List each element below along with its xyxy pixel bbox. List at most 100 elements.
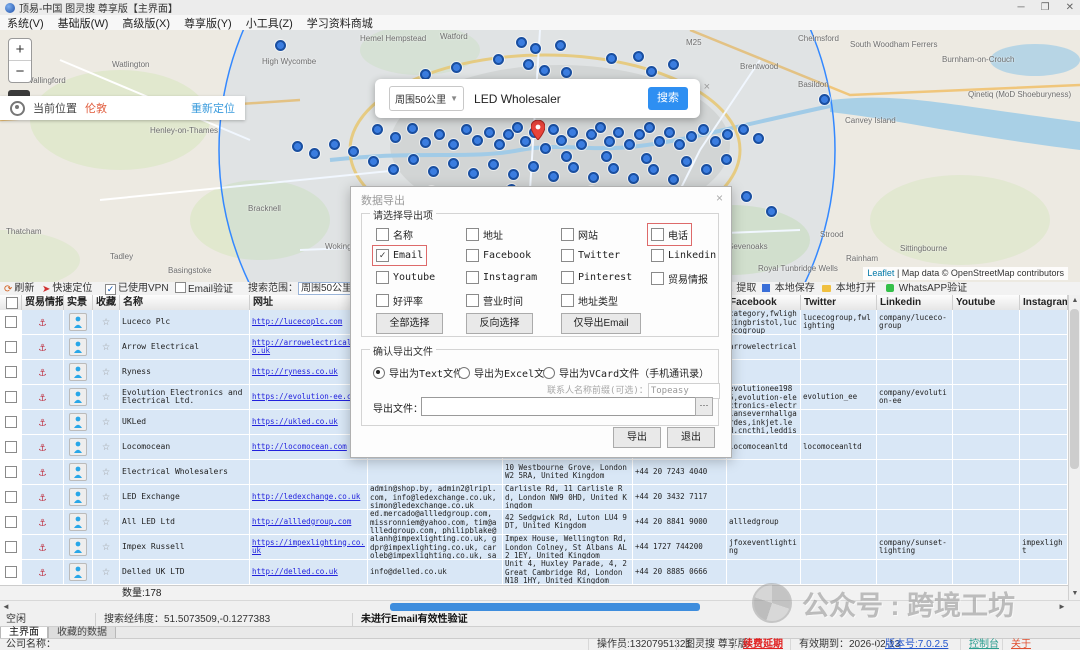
row-checkbox[interactable] bbox=[4, 491, 17, 503]
map-result-marker[interactable] bbox=[766, 206, 777, 217]
website-link[interactable]: http://locomocean.com bbox=[252, 443, 365, 452]
favorite-star-icon[interactable]: ☆ bbox=[102, 440, 110, 452]
map-result-marker[interactable] bbox=[674, 139, 685, 150]
map-result-marker[interactable] bbox=[275, 40, 286, 51]
export-option-Youtube[interactable]: Youtube bbox=[376, 271, 435, 284]
radius-select[interactable]: 周围50公里 ▼ bbox=[389, 86, 465, 111]
horizontal-scroll-thumb[interactable] bbox=[390, 603, 700, 611]
row-checkbox[interactable] bbox=[4, 516, 17, 528]
map-result-marker[interactable] bbox=[461, 124, 472, 135]
street-view-icon[interactable] bbox=[69, 438, 87, 456]
favorite-star-icon[interactable]: ☆ bbox=[102, 465, 110, 477]
export-option-电话[interactable]: 电话 bbox=[647, 223, 692, 246]
website-link[interactable]: http://arrowelectricals.co.uk bbox=[252, 339, 365, 356]
map-result-marker[interactable] bbox=[601, 151, 612, 162]
map-result-marker[interactable] bbox=[520, 136, 531, 147]
table-row[interactable]: ⚓ ☆ Delled UK LTD http://delled.co.uk info@d… bbox=[0, 560, 1068, 585]
row-checkbox[interactable] bbox=[4, 416, 17, 428]
favorite-star-icon[interactable]: ☆ bbox=[102, 540, 110, 552]
map-result-marker[interactable] bbox=[523, 59, 534, 70]
scroll-up-arrow[interactable]: ▲ bbox=[1069, 295, 1080, 307]
export-option-网站[interactable]: 网站 bbox=[561, 227, 598, 242]
map-result-marker[interactable] bbox=[654, 136, 665, 147]
trade-intel-icon[interactable]: ⚓ bbox=[39, 566, 46, 577]
map-result-marker[interactable] bbox=[448, 158, 459, 169]
leaflet-link[interactable]: Leaflet bbox=[867, 268, 894, 278]
favorite-star-icon[interactable]: ☆ bbox=[102, 415, 110, 427]
trade-intel-icon[interactable]: ⚓ bbox=[39, 316, 46, 327]
map-result-marker[interactable] bbox=[408, 154, 419, 165]
column-header-Youtube[interactable]: Youtube bbox=[953, 295, 1020, 310]
dialog-close-icon[interactable]: × bbox=[716, 191, 723, 205]
map-result-marker[interactable] bbox=[568, 162, 579, 173]
map-result-marker[interactable] bbox=[372, 124, 383, 135]
favorite-star-icon[interactable]: ☆ bbox=[102, 315, 110, 327]
map-result-marker[interactable] bbox=[576, 139, 587, 150]
map-result-marker[interactable] bbox=[407, 123, 418, 134]
website-link[interactable]: http://ledexchange.co.uk bbox=[252, 493, 365, 502]
map-result-marker[interactable] bbox=[819, 94, 830, 105]
map-result-marker[interactable] bbox=[388, 164, 399, 175]
map-result-marker[interactable] bbox=[548, 124, 559, 135]
dialog-button-1[interactable]: 反向选择 bbox=[466, 313, 533, 334]
map-result-marker[interactable] bbox=[698, 124, 709, 135]
map-result-marker[interactable] bbox=[753, 133, 764, 144]
column-header-select[interactable] bbox=[0, 295, 22, 310]
column-header-Twitter[interactable]: Twitter bbox=[801, 295, 877, 310]
red-center-marker[interactable] bbox=[531, 120, 545, 140]
street-view-icon[interactable] bbox=[69, 563, 87, 581]
street-view-icon[interactable] bbox=[69, 338, 87, 356]
whatsapp-verify-button[interactable]: WhatsAPP验证 bbox=[886, 282, 967, 295]
row-checkbox[interactable] bbox=[4, 541, 17, 553]
vertical-scroll-thumb[interactable] bbox=[1070, 309, 1079, 469]
save-local-button[interactable]: 本地保存 bbox=[762, 282, 815, 295]
trade-intel-icon[interactable]: ⚓ bbox=[39, 391, 46, 402]
select-all-checkbox[interactable] bbox=[6, 297, 18, 309]
map-result-marker[interactable] bbox=[448, 139, 459, 150]
row-checkbox[interactable] bbox=[4, 566, 17, 578]
scroll-down-arrow[interactable]: ▼ bbox=[1069, 588, 1080, 600]
map-result-marker[interactable] bbox=[738, 124, 749, 135]
refresh-button[interactable]: ⟳ 刷新 bbox=[4, 282, 34, 295]
export-option-好评率[interactable]: 好评率 bbox=[376, 293, 423, 308]
map-result-marker[interactable] bbox=[595, 122, 606, 133]
menu-item-3[interactable]: 尊享版(Y) bbox=[177, 15, 239, 31]
map-result-marker[interactable] bbox=[608, 163, 619, 174]
favorite-star-icon[interactable]: ☆ bbox=[102, 390, 110, 402]
favorite-star-icon[interactable]: ☆ bbox=[102, 515, 110, 527]
maximize-button[interactable]: ❐ bbox=[1041, 2, 1050, 13]
map-result-marker[interactable] bbox=[434, 129, 445, 140]
renew-link[interactable]: 续费延期 bbox=[734, 639, 783, 650]
export-option-贸易情报[interactable]: 贸易情报 bbox=[651, 271, 708, 286]
map-result-marker[interactable] bbox=[494, 139, 505, 150]
quick-locate-button[interactable]: ➤ 快速定位 bbox=[42, 282, 92, 295]
export-option-Instagram[interactable]: Instagram bbox=[466, 271, 537, 284]
map-result-marker[interactable] bbox=[646, 66, 657, 77]
row-checkbox[interactable] bbox=[4, 391, 17, 403]
scroll-left-arrow[interactable]: ◄ bbox=[0, 601, 12, 613]
column-header-Facebook[interactable]: Facebook bbox=[727, 295, 801, 310]
column-header-Linkedin[interactable]: Linkedin bbox=[877, 295, 953, 310]
column-header-收藏[interactable]: 收藏 bbox=[93, 295, 120, 310]
relocate-link[interactable]: 重新定位 bbox=[191, 100, 235, 116]
menu-item-2[interactable]: 高级版(X) bbox=[115, 15, 177, 31]
map-result-marker[interactable] bbox=[686, 131, 697, 142]
map-result-marker[interactable] bbox=[628, 173, 639, 184]
map-result-marker[interactable] bbox=[488, 159, 499, 170]
website-link[interactable]: http://delled.co.uk bbox=[252, 568, 365, 577]
table-row[interactable]: ⚓ ☆ LED Exchange http://ledexchange.co.uk ad… bbox=[0, 485, 1068, 510]
street-view-icon[interactable] bbox=[69, 488, 87, 506]
website-link[interactable]: http://lucecoplc.com bbox=[252, 318, 365, 327]
table-row[interactable]: ⚓ ☆ All LED Ltd http://allledgroup.com ed.me… bbox=[0, 510, 1068, 535]
menu-item-5[interactable]: 学习资料商城 bbox=[300, 15, 380, 31]
favorite-star-icon[interactable]: ☆ bbox=[102, 490, 110, 502]
table-row[interactable]: ⚓ ☆ Electrical Wholesalers 10 Westbourne Gr… bbox=[0, 460, 1068, 485]
scroll-right-arrow[interactable]: ► bbox=[1056, 601, 1068, 613]
column-header-实景[interactable]: 实景 bbox=[64, 295, 93, 310]
map-result-marker[interactable] bbox=[292, 141, 303, 152]
trade-intel-icon[interactable]: ⚓ bbox=[39, 516, 46, 527]
column-header-贸易情报[interactable]: 贸易情报 ▽ bbox=[22, 295, 64, 310]
browse-button[interactable]: ··· bbox=[695, 397, 713, 416]
file-type-radio-2[interactable]: 导出为VCard文件（手机通讯录） bbox=[543, 365, 709, 380]
website-link[interactable]: https://impexlighting.co.uk bbox=[252, 539, 365, 556]
